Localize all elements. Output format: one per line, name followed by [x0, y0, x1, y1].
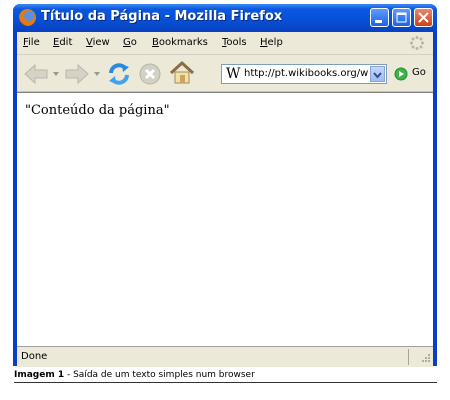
- menu-bookmarks[interactable]: Bookmarks: [152, 37, 208, 48]
- url-dropdown-button[interactable]: [370, 66, 385, 82]
- menu-file[interactable]: File: [23, 37, 40, 48]
- status-bar: Done: [17, 346, 433, 367]
- site-favicon-icon: W: [226, 66, 241, 82]
- url-input[interactable]: http://pt.wikibooks.org/w: [244, 68, 368, 79]
- go-button-label[interactable]: Go: [412, 67, 426, 78]
- chevron-down-icon: [373, 72, 382, 79]
- close-button[interactable]: [414, 8, 433, 27]
- menu-go[interactable]: Go: [123, 37, 137, 48]
- caption-text: - Saída de um texto simples num browser: [64, 370, 255, 380]
- window-title: Título da Página - Mozilla Firefox: [41, 9, 283, 24]
- forward-dropdown-icon[interactable]: [93, 70, 101, 78]
- menu-bar: File Edit View Go Bookmarks Tools Help: [17, 32, 433, 55]
- page-content-text: "Conteúdo da página": [25, 103, 170, 118]
- page-content: "Conteúdo da página": [17, 92, 433, 347]
- reload-icon[interactable]: [106, 61, 132, 87]
- menu-view[interactable]: View: [86, 37, 110, 48]
- stop-icon[interactable]: [138, 62, 162, 86]
- maximize-icon: [396, 12, 407, 23]
- home-icon[interactable]: [168, 60, 196, 86]
- throbber-icon: [410, 36, 424, 50]
- minimize-button[interactable]: [370, 8, 389, 27]
- status-divider: [408, 349, 409, 365]
- menu-tools[interactable]: Tools: [222, 37, 247, 48]
- title-bar[interactable]: Título da Página - Mozilla Firefox: [13, 4, 437, 32]
- forward-arrow-icon[interactable]: [64, 63, 90, 85]
- back-dropdown-icon[interactable]: [52, 70, 60, 78]
- minimize-icon: [375, 20, 382, 23]
- browser-window: Título da Página - Mozilla Firefox File …: [13, 4, 437, 367]
- menu-help[interactable]: Help: [260, 37, 283, 48]
- figure-caption: Imagem 1 - Saída de um texto simples num…: [14, 370, 255, 380]
- menu-edit[interactable]: Edit: [53, 37, 72, 48]
- address-bar[interactable]: W http://pt.wikibooks.org/w: [221, 64, 387, 84]
- resize-grip-icon[interactable]: [419, 353, 431, 365]
- close-icon: [418, 12, 429, 23]
- maximize-button[interactable]: [392, 8, 411, 27]
- back-arrow-icon[interactable]: [23, 63, 49, 85]
- firefox-logo-icon: [19, 9, 36, 26]
- caption-label: Imagem 1: [14, 370, 65, 380]
- navigation-toolbar: W http://pt.wikibooks.org/w Go: [17, 55, 433, 92]
- status-text: Done: [21, 351, 48, 362]
- caption-rule: [14, 382, 437, 383]
- browser-client-area: File Edit View Go Bookmarks Tools Help W…: [17, 32, 433, 367]
- go-icon[interactable]: [394, 67, 408, 81]
